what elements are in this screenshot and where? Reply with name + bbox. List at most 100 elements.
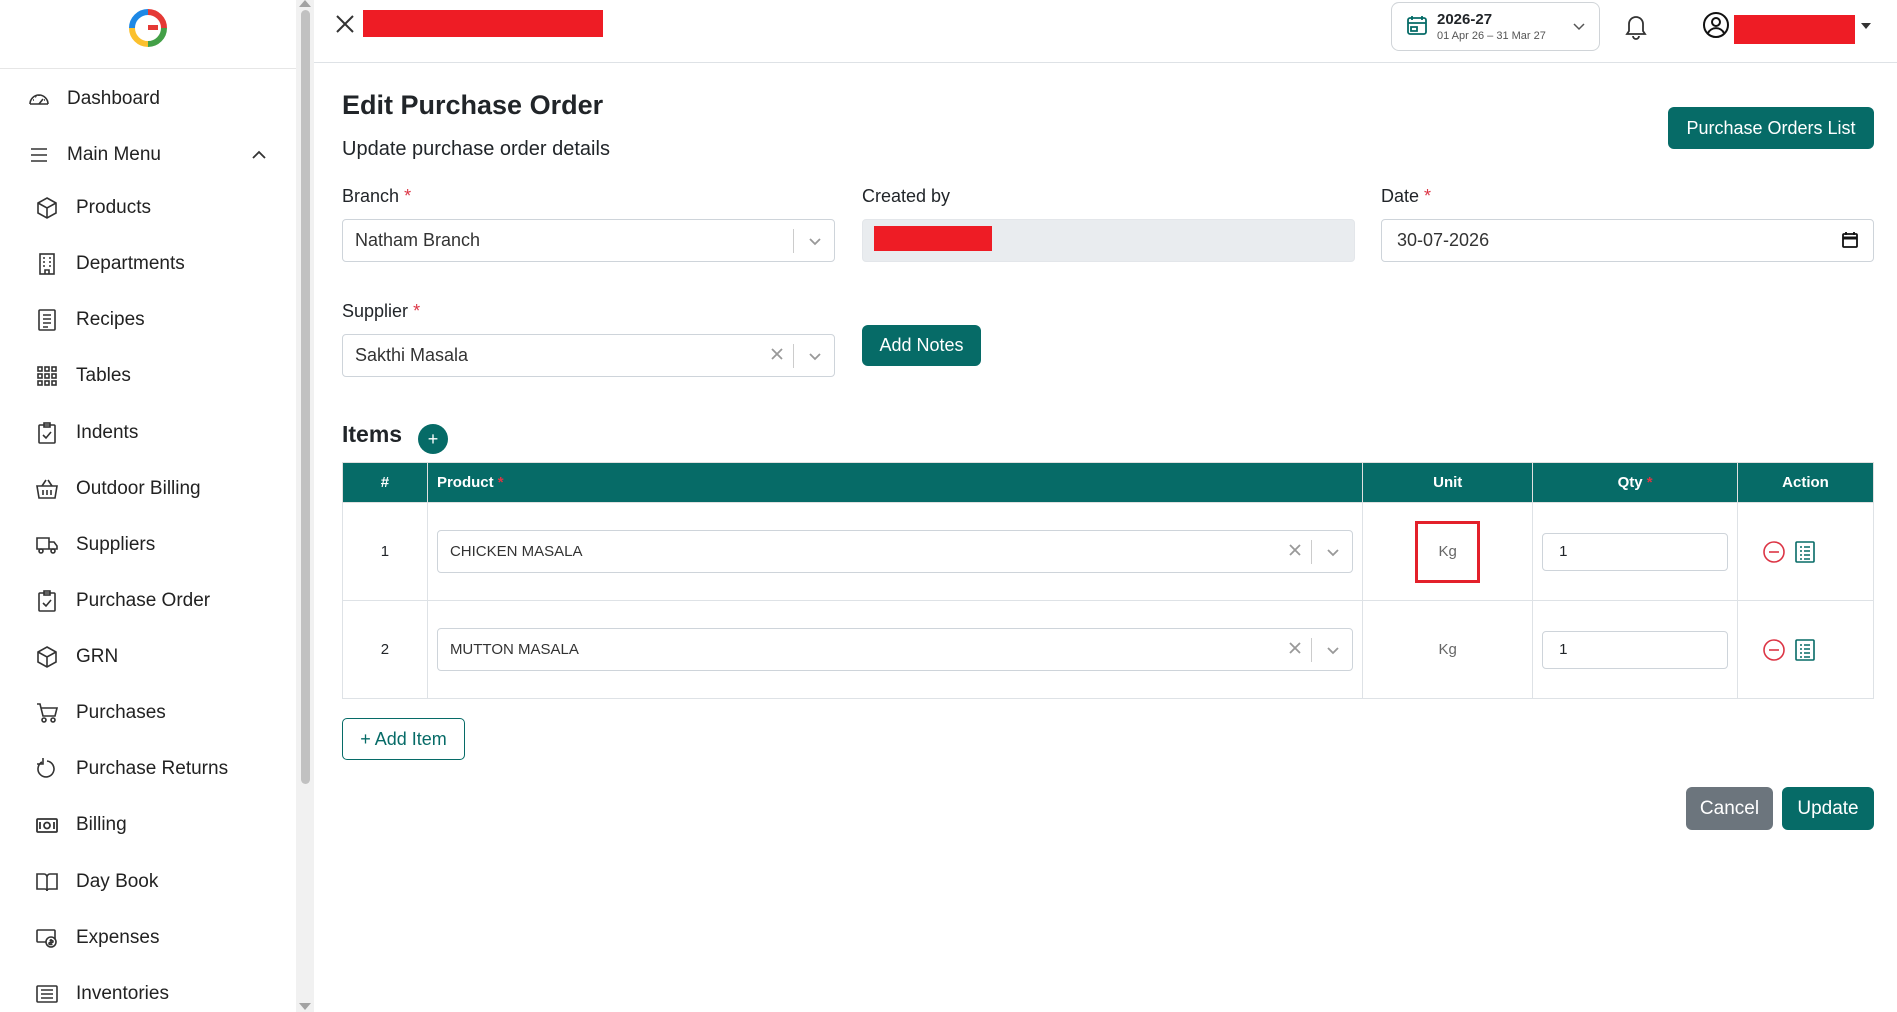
required-mark: * <box>413 301 421 321</box>
chevron-up-icon[interactable] <box>250 146 268 164</box>
required-mark: * <box>1646 474 1653 491</box>
supplier-label: Supplier * <box>342 301 420 322</box>
sidebar-item-label: Outdoor Billing <box>76 478 201 499</box>
sidebar-item-label: Dashboard <box>67 88 160 109</box>
qty-input[interactable]: 1 <box>1542 630 1729 669</box>
branch-label: Branch * <box>342 186 411 207</box>
branch-label-text: Branch <box>342 186 400 206</box>
purchase-orders-list-button[interactable]: Purchase Orders List <box>1668 107 1874 149</box>
scroll-up-arrow-icon[interactable] <box>299 0 311 7</box>
col-product-label: Product <box>436 474 494 491</box>
user-menu-caret-icon[interactable] <box>1861 23 1871 29</box>
redacted-username <box>1734 15 1855 44</box>
add-item-button[interactable]: + Add Item <box>342 718 465 760</box>
redacted-title <box>363 10 603 37</box>
page-subtitle: Update purchase order details <box>342 138 610 160</box>
basket-icon <box>34 476 60 502</box>
scroll-down-arrow-icon[interactable] <box>299 1003 311 1010</box>
update-button[interactable]: Update <box>1782 787 1874 830</box>
action-cell <box>1737 600 1874 699</box>
created-by-label: Created by <box>862 186 951 206</box>
branch-select[interactable]: Natham Branch <box>342 219 835 262</box>
select-separator <box>793 229 794 253</box>
fiscal-year-selector[interactable]: 2026-27 01 Apr 26 – 31 Mar 27 <box>1391 2 1600 51</box>
sidebar-item-grn[interactable]: GRN <box>0 637 296 677</box>
sidebar-item-billing[interactable]: Billing <box>0 805 296 845</box>
product-select[interactable]: MUTTON MASALA <box>436 628 1354 671</box>
money-icon <box>34 925 60 951</box>
sidebar-item-indents[interactable]: Indents <box>0 413 296 453</box>
sidebar-scrollbar-thumb[interactable] <box>301 10 310 784</box>
row-number: 1 <box>342 502 428 601</box>
fiscal-year-range: 01 Apr 26 – 31 Mar 27 <box>1437 30 1546 42</box>
col-qty: Qty * <box>1532 462 1739 503</box>
sidebar-item-tables[interactable]: Tables <box>0 356 296 396</box>
cart-icon <box>34 700 60 726</box>
sidebar-item-products[interactable]: Products <box>0 188 296 228</box>
qty-input[interactable]: 1 <box>1542 532 1729 571</box>
col-qty-label: Qty <box>1617 474 1643 491</box>
close-icon[interactable] <box>334 13 356 35</box>
building-icon <box>34 251 60 277</box>
qty-cell: 1 <box>1532 600 1739 699</box>
required-mark: * <box>497 474 504 491</box>
row-notes-icon[interactable] <box>1794 540 1816 564</box>
chevron-down-icon <box>1573 23 1585 31</box>
product-value: MUTTON MASALA <box>449 641 579 658</box>
page-title: Edit Purchase Order <box>342 90 604 120</box>
row-notes-icon[interactable] <box>1794 638 1816 662</box>
supplier-select[interactable]: Sakthi Masala <box>342 334 835 377</box>
sidebar-item-day-book[interactable]: Day Book <box>0 862 296 902</box>
sidebar-item-label: Billing <box>76 814 127 835</box>
clipboard-check-icon <box>34 588 60 614</box>
sidebar-item-expenses[interactable]: Expenses <box>0 918 296 958</box>
sidebar-item-purchase-order[interactable]: Purchase Order <box>0 581 296 621</box>
table-row: 2 MUTTON MASALA Kg 1 <box>342 600 1874 699</box>
sidebar-item-dashboard[interactable]: Dashboard <box>0 79 296 119</box>
inventory-list-icon <box>34 981 60 1007</box>
chevron-down-icon[interactable] <box>1326 545 1340 559</box>
sidebar-item-suppliers[interactable]: Suppliers <box>0 525 296 565</box>
sidebar-item-inventories[interactable]: Inventories <box>0 974 296 1012</box>
qty-cell: 1 <box>1532 502 1739 601</box>
sidebar-item-purchase-returns[interactable]: Purchase Returns <box>0 749 296 789</box>
add-item-plus-icon[interactable]: + <box>418 424 448 454</box>
sidebar-item-main-menu[interactable]: Main Menu <box>0 135 296 175</box>
calendar-icon <box>1407 16 1427 35</box>
sidebar-item-label: Purchase Returns <box>76 758 229 779</box>
items-table: # Product * Unit Qty * Action 1 CHICKEN … <box>342 462 1874 699</box>
notification-bell-icon[interactable] <box>1623 12 1649 40</box>
cancel-button[interactable]: Cancel <box>1686 787 1773 830</box>
recipe-list-icon <box>34 307 60 333</box>
remove-row-icon[interactable] <box>1762 638 1786 662</box>
select-separator <box>1311 540 1313 564</box>
add-notes-button[interactable]: Add Notes <box>862 325 981 366</box>
col-action: Action <box>1737 462 1874 503</box>
app-logo[interactable] <box>129 9 167 47</box>
unit-value: Kg <box>1438 543 1457 560</box>
clear-icon[interactable] <box>770 347 784 361</box>
product-select[interactable]: CHICKEN MASALA <box>436 530 1354 573</box>
sidebar-item-purchases[interactable]: Purchases <box>0 693 296 733</box>
chevron-down-icon[interactable] <box>808 234 822 248</box>
truck-icon <box>34 532 60 558</box>
date-label: Date * <box>1381 186 1431 207</box>
sidebar-item-outdoor-billing[interactable]: Outdoor Billing <box>0 469 296 509</box>
user-avatar-icon[interactable] <box>1702 11 1730 39</box>
clear-icon[interactable] <box>1288 543 1302 557</box>
sidebar-item-departments[interactable]: Departments <box>0 244 296 284</box>
remove-row-icon[interactable] <box>1762 540 1786 564</box>
sidebar-divider <box>0 68 296 69</box>
date-input[interactable]: 30-07-2026 <box>1381 219 1874 262</box>
sidebar-item-label: GRN <box>76 646 119 667</box>
sidebar-item-label: Recipes <box>76 309 145 330</box>
sidebar-item-recipes[interactable]: Recipes <box>0 300 296 340</box>
clear-icon[interactable] <box>1288 641 1302 655</box>
date-label-text: Date <box>1381 186 1420 206</box>
chevron-down-icon[interactable] <box>808 349 822 363</box>
action-cell <box>1737 502 1874 601</box>
sidebar-item-label: Tables <box>76 365 131 386</box>
clipboard-check-icon <box>34 420 60 446</box>
chevron-down-icon[interactable] <box>1326 643 1340 657</box>
calendar-icon[interactable] <box>1841 231 1859 249</box>
